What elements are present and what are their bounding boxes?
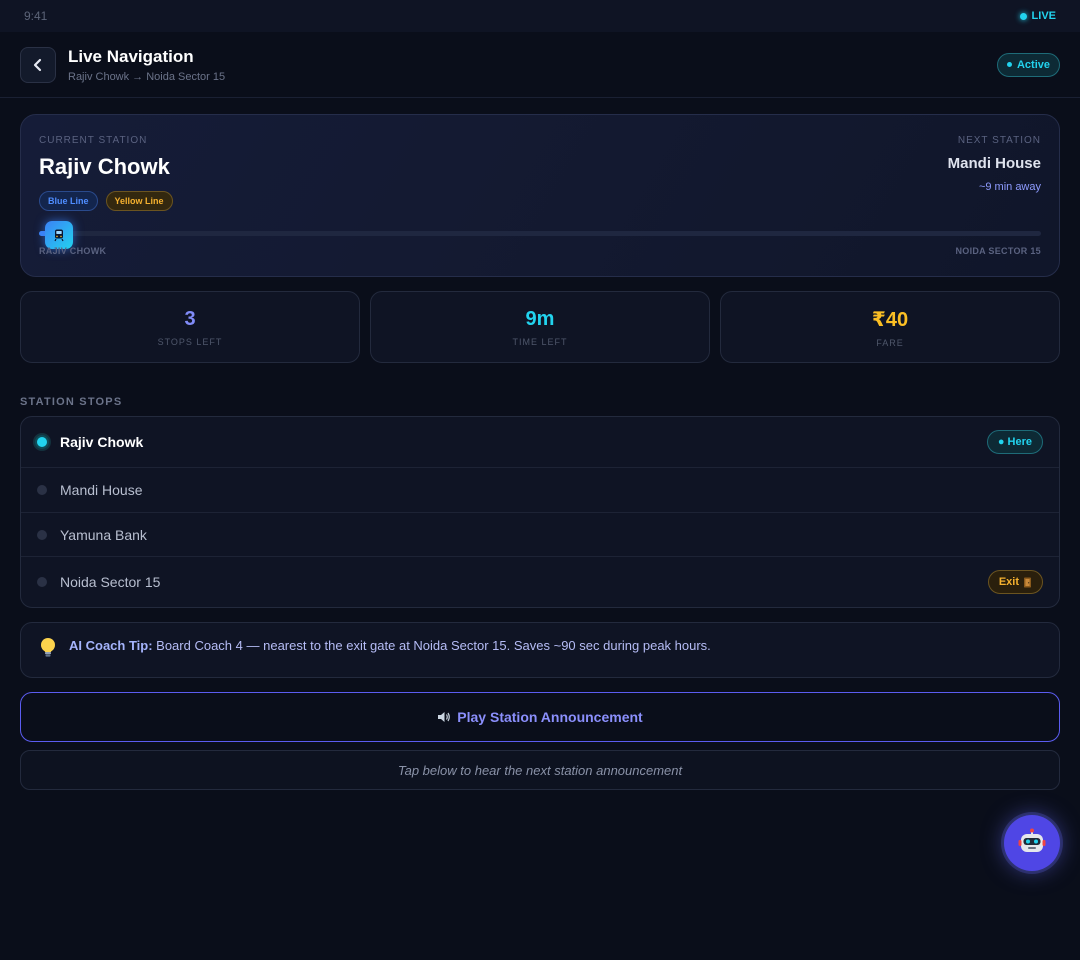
stop-dot-icon xyxy=(37,577,47,587)
tip-text: Board Coach 4 — nearest to the exit gate… xyxy=(152,638,711,653)
announcement-hint: Tap below to hear the next station annou… xyxy=(20,750,1060,790)
stat-label: TIME LEFT xyxy=(512,336,568,347)
live-dot-icon xyxy=(1019,12,1027,20)
train-icon xyxy=(54,229,64,242)
stat-stops-left: 3 STOPS LEFT xyxy=(20,291,360,363)
tip-lead: AI Coach Tip: xyxy=(69,638,153,653)
current-station-name: Rajiv Chowk xyxy=(39,154,170,179)
chevron-left-icon xyxy=(33,58,42,71)
clock: 9:41 xyxy=(24,9,48,23)
play-announcement-label: Play Station Announcement xyxy=(457,709,643,725)
play-announcement-button[interactable]: Play Station Announcement xyxy=(20,692,1060,742)
back-button[interactable] xyxy=(20,46,56,83)
ai-coach-tip: AI Coach Tip: Board Coach 4 — nearest to… xyxy=(20,622,1060,678)
line-tags: Blue Line Yellow Line xyxy=(39,191,1041,211)
list-item[interactable]: Rajiv Chowk ● Here xyxy=(21,417,1059,468)
stat-label: STOPS LEFT xyxy=(157,336,223,347)
robot-icon xyxy=(1018,828,1046,852)
exit-badge: Exit xyxy=(987,570,1043,594)
active-dot-icon xyxy=(1006,62,1012,67)
stat-value: ₹40 xyxy=(871,308,909,331)
next-station: NEXT STATION Mandi House ~9 min away xyxy=(948,135,1041,193)
stop-name: Noida Sector 15 xyxy=(60,574,161,590)
route-subtitle: Rajiv Chowk → Noida Sector 15 xyxy=(68,70,226,83)
section-title-stops: STATION STOPS xyxy=(20,396,123,408)
progress-track xyxy=(39,231,1041,236)
stat-time-left: 9m TIME LEFT xyxy=(370,291,710,363)
stop-name: Yamuna Bank xyxy=(60,526,147,543)
here-badge: ● Here xyxy=(986,430,1043,454)
station-card: CURRENT STATION Rajiv Chowk Blue Line Ye… xyxy=(20,114,1060,277)
list-item[interactable]: Yamuna Bank xyxy=(21,513,1059,557)
speaker-icon xyxy=(438,712,451,722)
line-tag-yellow: Yellow Line xyxy=(105,191,173,211)
progress-start-label: RAJIV CHOWK xyxy=(39,246,107,256)
next-station-name: Mandi House xyxy=(947,155,1041,172)
line-tag-blue: Blue Line xyxy=(39,191,98,211)
progress-end-label: NOIDA SECTOR 15 xyxy=(955,246,1041,256)
stops-list: Rajiv Chowk ● Here Mandi House Yamuna Ba… xyxy=(20,416,1060,608)
stop-dot-icon xyxy=(37,485,47,495)
status-bar: 9:41 LIVE xyxy=(0,0,1080,32)
door-icon xyxy=(1024,577,1031,587)
list-item[interactable]: Mandi House xyxy=(21,468,1059,513)
live-label: LIVE xyxy=(1031,10,1056,22)
header: Live Navigation Rajiv Chowk → Noida Sect… xyxy=(0,32,1080,98)
stat-label: FARE xyxy=(876,337,904,348)
stats-row: 3 STOPS LEFT 9m TIME LEFT ₹40 FARE xyxy=(20,291,1060,363)
assistant-button[interactable] xyxy=(1004,815,1060,871)
stop-dot-icon xyxy=(37,529,47,540)
exit-badge-label: Exit xyxy=(998,576,1019,588)
next-station-label: NEXT STATION xyxy=(957,135,1041,146)
page-title: Live Navigation xyxy=(68,46,194,66)
status-badge: Active xyxy=(996,52,1060,77)
current-station-label: CURRENT STATION xyxy=(39,135,148,146)
list-item[interactable]: Noida Sector 15 Exit xyxy=(21,557,1059,607)
status-badge-label: Active xyxy=(1016,58,1050,71)
next-station-eta: ~9 min away xyxy=(978,181,1041,193)
train-marker xyxy=(45,221,73,249)
here-badge-label: Here xyxy=(1007,436,1032,448)
stat-fare: ₹40 FARE xyxy=(720,291,1060,363)
stat-value: 3 xyxy=(184,307,196,330)
stop-name: Mandi House xyxy=(60,482,143,498)
stop-name: Rajiv Chowk xyxy=(60,434,144,450)
live-indicator: LIVE xyxy=(1019,10,1056,22)
progress-labels: RAJIV CHOWK NOIDA SECTOR 15 xyxy=(39,246,1041,256)
stat-value: 9m xyxy=(525,307,555,330)
current-stop-dot-icon xyxy=(35,435,49,449)
lightbulb-icon xyxy=(41,638,55,657)
